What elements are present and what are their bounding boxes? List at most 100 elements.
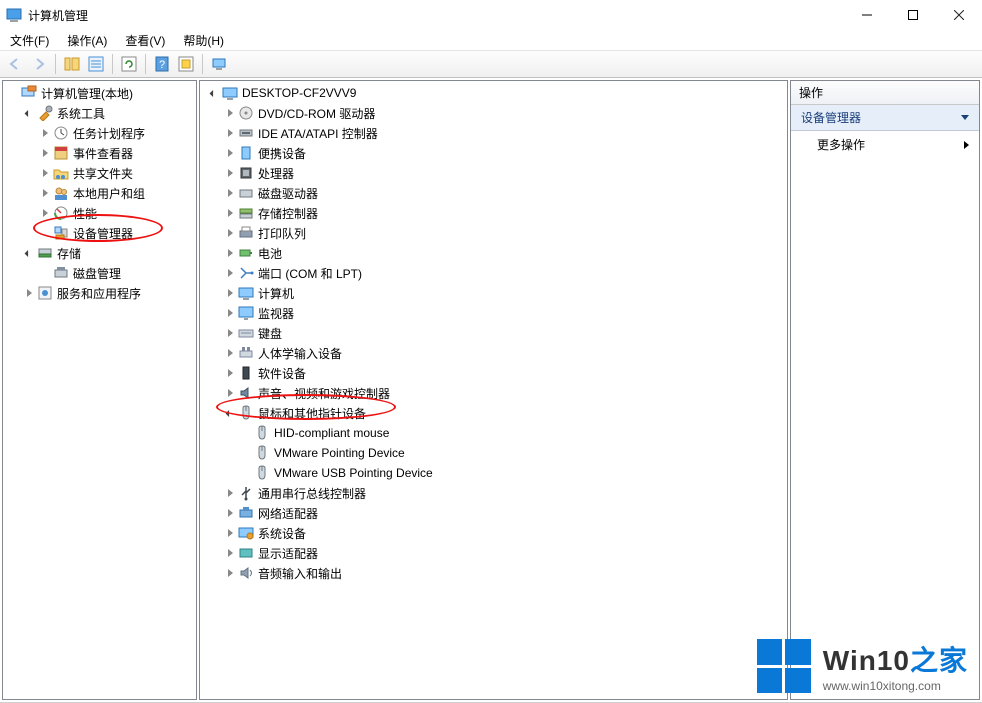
expander-open-icon[interactable] [222, 405, 238, 421]
actions-section[interactable]: 设备管理器 [791, 105, 979, 131]
tree-performance[interactable]: 性能 [37, 203, 196, 223]
tree-label: 共享文件夹 [73, 165, 133, 182]
cat-software[interactable]: 软件设备 [222, 363, 787, 383]
expander-open-icon[interactable] [21, 105, 37, 121]
expander-closed-icon[interactable] [37, 185, 53, 201]
cat-portable[interactable]: 便携设备 [222, 143, 787, 163]
expander-closed-icon[interactable] [222, 525, 238, 541]
menu-help[interactable]: 帮助(H) [175, 31, 232, 50]
options-button[interactable] [175, 53, 197, 75]
expander-closed-icon[interactable] [222, 545, 238, 561]
expander-closed-icon[interactable] [37, 165, 53, 181]
cat-ide[interactable]: IDE ATA/ATAPI 控制器 [222, 123, 787, 143]
svg-text:?: ? [159, 59, 165, 71]
expander-closed-icon[interactable] [222, 105, 238, 121]
dev-vmware-pointing[interactable]: VMware Pointing Device [238, 443, 787, 463]
expander-closed-icon[interactable] [222, 305, 238, 321]
expander-closed-icon[interactable] [222, 125, 238, 141]
expander-none-icon [238, 465, 254, 481]
cat-disk[interactable]: 磁盘驱动器 [222, 183, 787, 203]
menu-file[interactable]: 文件(F) [2, 31, 57, 50]
expander-closed-icon[interactable] [37, 145, 53, 161]
expander-closed-icon[interactable] [222, 485, 238, 501]
cat-battery[interactable]: 电池 [222, 243, 787, 263]
cat-storage-controller[interactable]: 存储控制器 [222, 203, 787, 223]
cat-computer[interactable]: 计算机 [222, 283, 787, 303]
tree-shared-folders[interactable]: 共享文件夹 [37, 163, 196, 183]
expander-closed-icon[interactable] [222, 185, 238, 201]
expander-closed-icon[interactable] [222, 325, 238, 341]
cat-ports[interactable]: 端口 (COM 和 LPT) [222, 263, 787, 283]
expander-closed-icon[interactable] [222, 365, 238, 381]
expander-closed-icon[interactable] [222, 205, 238, 221]
expander-closed-icon[interactable] [222, 385, 238, 401]
expander-closed-icon[interactable] [37, 205, 53, 221]
cat-mouse[interactable]: 鼠标和其他指针设备 [222, 403, 787, 423]
cat-keyboard[interactable]: 键盘 [222, 323, 787, 343]
cat-display[interactable]: 显示适配器 [222, 543, 787, 563]
device-label: 显示适配器 [258, 545, 318, 562]
help-button[interactable]: ? [151, 53, 173, 75]
cat-dvd[interactable]: DVD/CD-ROM 驱动器 [222, 103, 787, 123]
expander-closed-icon[interactable] [222, 505, 238, 521]
software-icon [238, 365, 254, 381]
device-root[interactable]: DESKTOP-CF2VVV9 [206, 83, 787, 103]
cat-audio[interactable]: 音频输入和输出 [222, 563, 787, 583]
menu-action[interactable]: 操作(A) [59, 31, 115, 50]
expander-closed-icon[interactable] [222, 245, 238, 261]
device-tree-pane[interactable]: DESKTOP-CF2VVV9 DVD/CD-ROM 驱动器 IDE ATA/A… [199, 80, 788, 700]
cat-system[interactable]: 系统设备 [222, 523, 787, 543]
menu-view[interactable]: 查看(V) [117, 31, 173, 50]
show-hide-tree-button[interactable] [61, 53, 83, 75]
dev-hid-mouse[interactable]: HID-compliant mouse [238, 423, 787, 443]
tree-disk-management[interactable]: 磁盘管理 [37, 263, 196, 283]
expander-closed-icon[interactable] [37, 125, 53, 141]
expander-closed-icon[interactable] [222, 165, 238, 181]
tree-computer-management[interactable]: 计算机管理(本地) [5, 83, 196, 103]
view-computers-button[interactable] [208, 53, 230, 75]
expander-closed-icon[interactable] [222, 345, 238, 361]
tree-task-scheduler[interactable]: 任务计划程序 [37, 123, 196, 143]
network-icon [238, 505, 254, 521]
cat-usb[interactable]: 通用串行总线控制器 [222, 483, 787, 503]
mouse-icon [254, 465, 270, 481]
expander-closed-icon[interactable] [222, 285, 238, 301]
tree-storage[interactable]: 存储 [21, 243, 196, 263]
cat-sound[interactable]: 声音、视频和游戏控制器 [222, 383, 787, 403]
forward-button[interactable] [28, 53, 50, 75]
minimize-button[interactable] [844, 0, 890, 30]
hid-icon [238, 345, 254, 361]
expander-closed-icon[interactable] [222, 145, 238, 161]
tree-event-viewer[interactable]: 事件查看器 [37, 143, 196, 163]
actions-pane[interactable]: 操作 设备管理器 更多操作 [790, 80, 980, 700]
maximize-button[interactable] [890, 0, 936, 30]
close-button[interactable] [936, 0, 982, 30]
cat-cpu[interactable]: 处理器 [222, 163, 787, 183]
cat-network[interactable]: 网络适配器 [222, 503, 787, 523]
tree-device-manager[interactable]: 设备管理器 [37, 223, 196, 243]
expander-closed-icon[interactable] [21, 285, 37, 301]
cat-print[interactable]: 打印队列 [222, 223, 787, 243]
expander-closed-icon[interactable] [222, 225, 238, 241]
tree-system-tools[interactable]: 系统工具 [21, 103, 196, 123]
expander-open-icon[interactable] [21, 245, 37, 261]
expander-closed-icon[interactable] [222, 565, 238, 581]
properties-button[interactable] [85, 53, 107, 75]
back-button[interactable] [4, 53, 26, 75]
expander-open-icon[interactable] [206, 85, 222, 101]
device-label: IDE ATA/ATAPI 控制器 [258, 125, 378, 142]
tree-services-apps[interactable]: 服务和应用程序 [21, 283, 196, 303]
device-label: 人体学输入设备 [258, 345, 342, 362]
device-label: 音频输入和输出 [258, 565, 342, 582]
device-label: VMware Pointing Device [274, 446, 405, 460]
expander-closed-icon[interactable] [222, 265, 238, 281]
cat-hid[interactable]: 人体学输入设备 [222, 343, 787, 363]
dev-vmware-usb-pointing[interactable]: VMware USB Pointing Device [238, 463, 787, 483]
tree-local-users[interactable]: 本地用户和组 [37, 183, 196, 203]
console-tree-pane[interactable]: 计算机管理(本地) 系统工具 任务计划程序 事件查看器 [2, 80, 197, 700]
cat-monitor[interactable]: 监视器 [222, 303, 787, 323]
tree-label: 事件查看器 [73, 145, 133, 162]
titlebar[interactable]: 计算机管理 [0, 0, 982, 30]
refresh-button[interactable] [118, 53, 140, 75]
action-more[interactable]: 更多操作 [791, 131, 979, 158]
